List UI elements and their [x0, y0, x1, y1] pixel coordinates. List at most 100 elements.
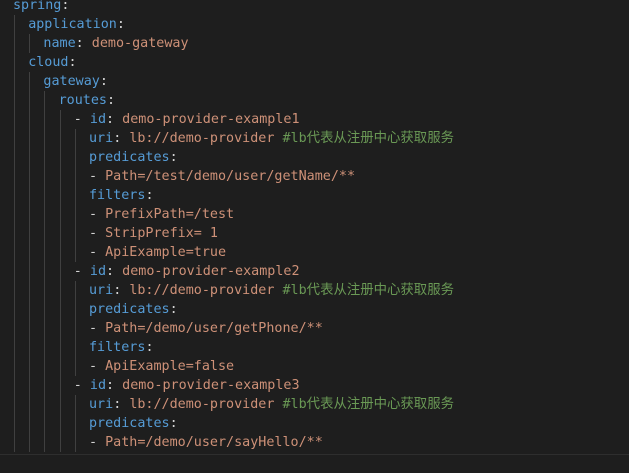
code-editor[interactable]: spring: application: name: demo-gateway clo… [0, 0, 629, 473]
yaml-key: gateway [43, 74, 100, 89]
indent-guide [59, 338, 61, 357]
key-colon: : [99, 74, 108, 89]
list-dash: - [89, 207, 106, 222]
code-line[interactable]: application: [0, 15, 629, 34]
indent-guide [59, 357, 61, 376]
yaml-value: PrefixPath=/test [105, 207, 235, 222]
line-text: name: demo-gateway [43, 34, 188, 53]
indent-guide [14, 243, 15, 262]
yaml-key: cloud [28, 55, 69, 70]
indent-guide [44, 148, 46, 167]
indent-guide [44, 224, 46, 243]
code-line[interactable]: gateway: [0, 72, 629, 91]
indent-guide [59, 110, 61, 129]
key-colon: : [61, 0, 70, 13]
indent-guide [44, 186, 46, 205]
code-line[interactable]: - Path=/demo/user/getPhone/** [0, 319, 629, 338]
line-text: spring: [13, 0, 69, 15]
code-line[interactable]: - id: demo-provider-example2 [0, 262, 629, 281]
indent-guide [29, 91, 31, 110]
yaml-key: uri [89, 283, 114, 298]
indent-guide [14, 15, 15, 34]
line-text: uri: lb://demo-provider #lb代表从注册中心获取服务 [89, 129, 454, 148]
code-line[interactable]: predicates: [0, 148, 629, 167]
code-line[interactable]: - StripPrefix= 1 [0, 224, 629, 243]
yaml-key: routes [58, 93, 107, 108]
yaml-code-block[interactable]: spring: application: name: demo-gateway clo… [0, 0, 629, 452]
indent-guide [59, 186, 61, 205]
indent-guide [14, 91, 15, 110]
indent-guide [29, 110, 31, 129]
indent-guide [44, 91, 46, 110]
code-line[interactable]: - id: demo-provider-example1 [0, 110, 629, 129]
indent-guide [74, 281, 76, 300]
line-text: - id: demo-provider-example2 [74, 262, 300, 281]
yaml-value: Path=/test/demo/user/getName/** [105, 169, 356, 184]
indent-guide [29, 224, 31, 243]
indent-guide [14, 148, 15, 167]
line-text: - Path=/demo/user/sayHello/** [89, 433, 323, 452]
key-colon: : [106, 378, 115, 393]
code-line[interactable]: spring: [0, 0, 629, 15]
key-colon: : [106, 112, 115, 127]
indent-guide [14, 129, 15, 148]
line-text: filters: [89, 338, 154, 357]
indent-guide [74, 129, 76, 148]
code-line[interactable]: uri: lb://demo-provider #lb代表从注册中心获取服务 [0, 281, 629, 300]
list-dash: - [89, 359, 106, 374]
line-text: predicates: [89, 414, 178, 433]
indent-guide [44, 110, 46, 129]
code-line[interactable]: filters: [0, 186, 629, 205]
code-line[interactable]: - PrefixPath=/test [0, 205, 629, 224]
list-dash: - [89, 169, 106, 184]
line-text: - Path=/demo/user/getPhone/** [89, 319, 323, 338]
key-colon: : [145, 188, 154, 203]
indent-guide [29, 376, 31, 395]
code-line[interactable]: cloud: [0, 53, 629, 72]
indent-guide [44, 243, 46, 262]
code-line[interactable]: - id: demo-provider-example3 [0, 376, 629, 395]
indent-guide [59, 262, 61, 281]
indent-guide [14, 224, 15, 243]
code-line[interactable]: filters: [0, 338, 629, 357]
yaml-value: Path=/demo/user/sayHello/** [105, 435, 323, 450]
indent-guide [14, 338, 15, 357]
code-line[interactable]: - Path=/test/demo/user/getName/** [0, 167, 629, 186]
yaml-value: ApiExample=false [105, 359, 235, 374]
yaml-key: uri [89, 131, 114, 146]
indent-guide [29, 414, 31, 433]
line-text: - PrefixPath=/test [89, 205, 234, 224]
yaml-key: predicates [89, 150, 170, 165]
indent-guide [59, 167, 61, 186]
indent-guide [74, 186, 76, 205]
indent-guide [29, 205, 31, 224]
code-line[interactable]: uri: lb://demo-provider #lb代表从注册中心获取服务 [0, 395, 629, 414]
code-line[interactable]: - ApiExample=true [0, 243, 629, 262]
indent-guide [14, 110, 15, 129]
code-line[interactable]: routes: [0, 91, 629, 110]
yaml-value: StripPrefix= 1 [105, 226, 218, 241]
indent-guide [29, 129, 31, 148]
indent-guide [14, 53, 15, 72]
indent-guide [29, 186, 31, 205]
indent-guide [14, 167, 15, 186]
list-dash: - [89, 435, 106, 450]
code-line[interactable]: predicates: [0, 300, 629, 319]
code-line[interactable]: predicates: [0, 414, 629, 433]
yaml-key: name [43, 36, 76, 51]
code-line[interactable]: uri: lb://demo-provider #lb代表从注册中心获取服务 [0, 129, 629, 148]
code-line[interactable]: name: demo-gateway [0, 34, 629, 53]
list-dash: - [89, 245, 106, 260]
line-text: uri: lb://demo-provider #lb代表从注册中心获取服务 [89, 281, 454, 300]
code-line[interactable]: - ApiExample=false [0, 357, 629, 376]
key-colon: : [75, 36, 84, 51]
code-line[interactable]: - Path=/demo/user/sayHello/** [0, 433, 629, 452]
indent-guide [14, 262, 15, 281]
indent-guide [14, 34, 15, 53]
yaml-key: filters [89, 340, 146, 355]
list-dash: - [73, 112, 90, 127]
indent-guide [59, 148, 61, 167]
